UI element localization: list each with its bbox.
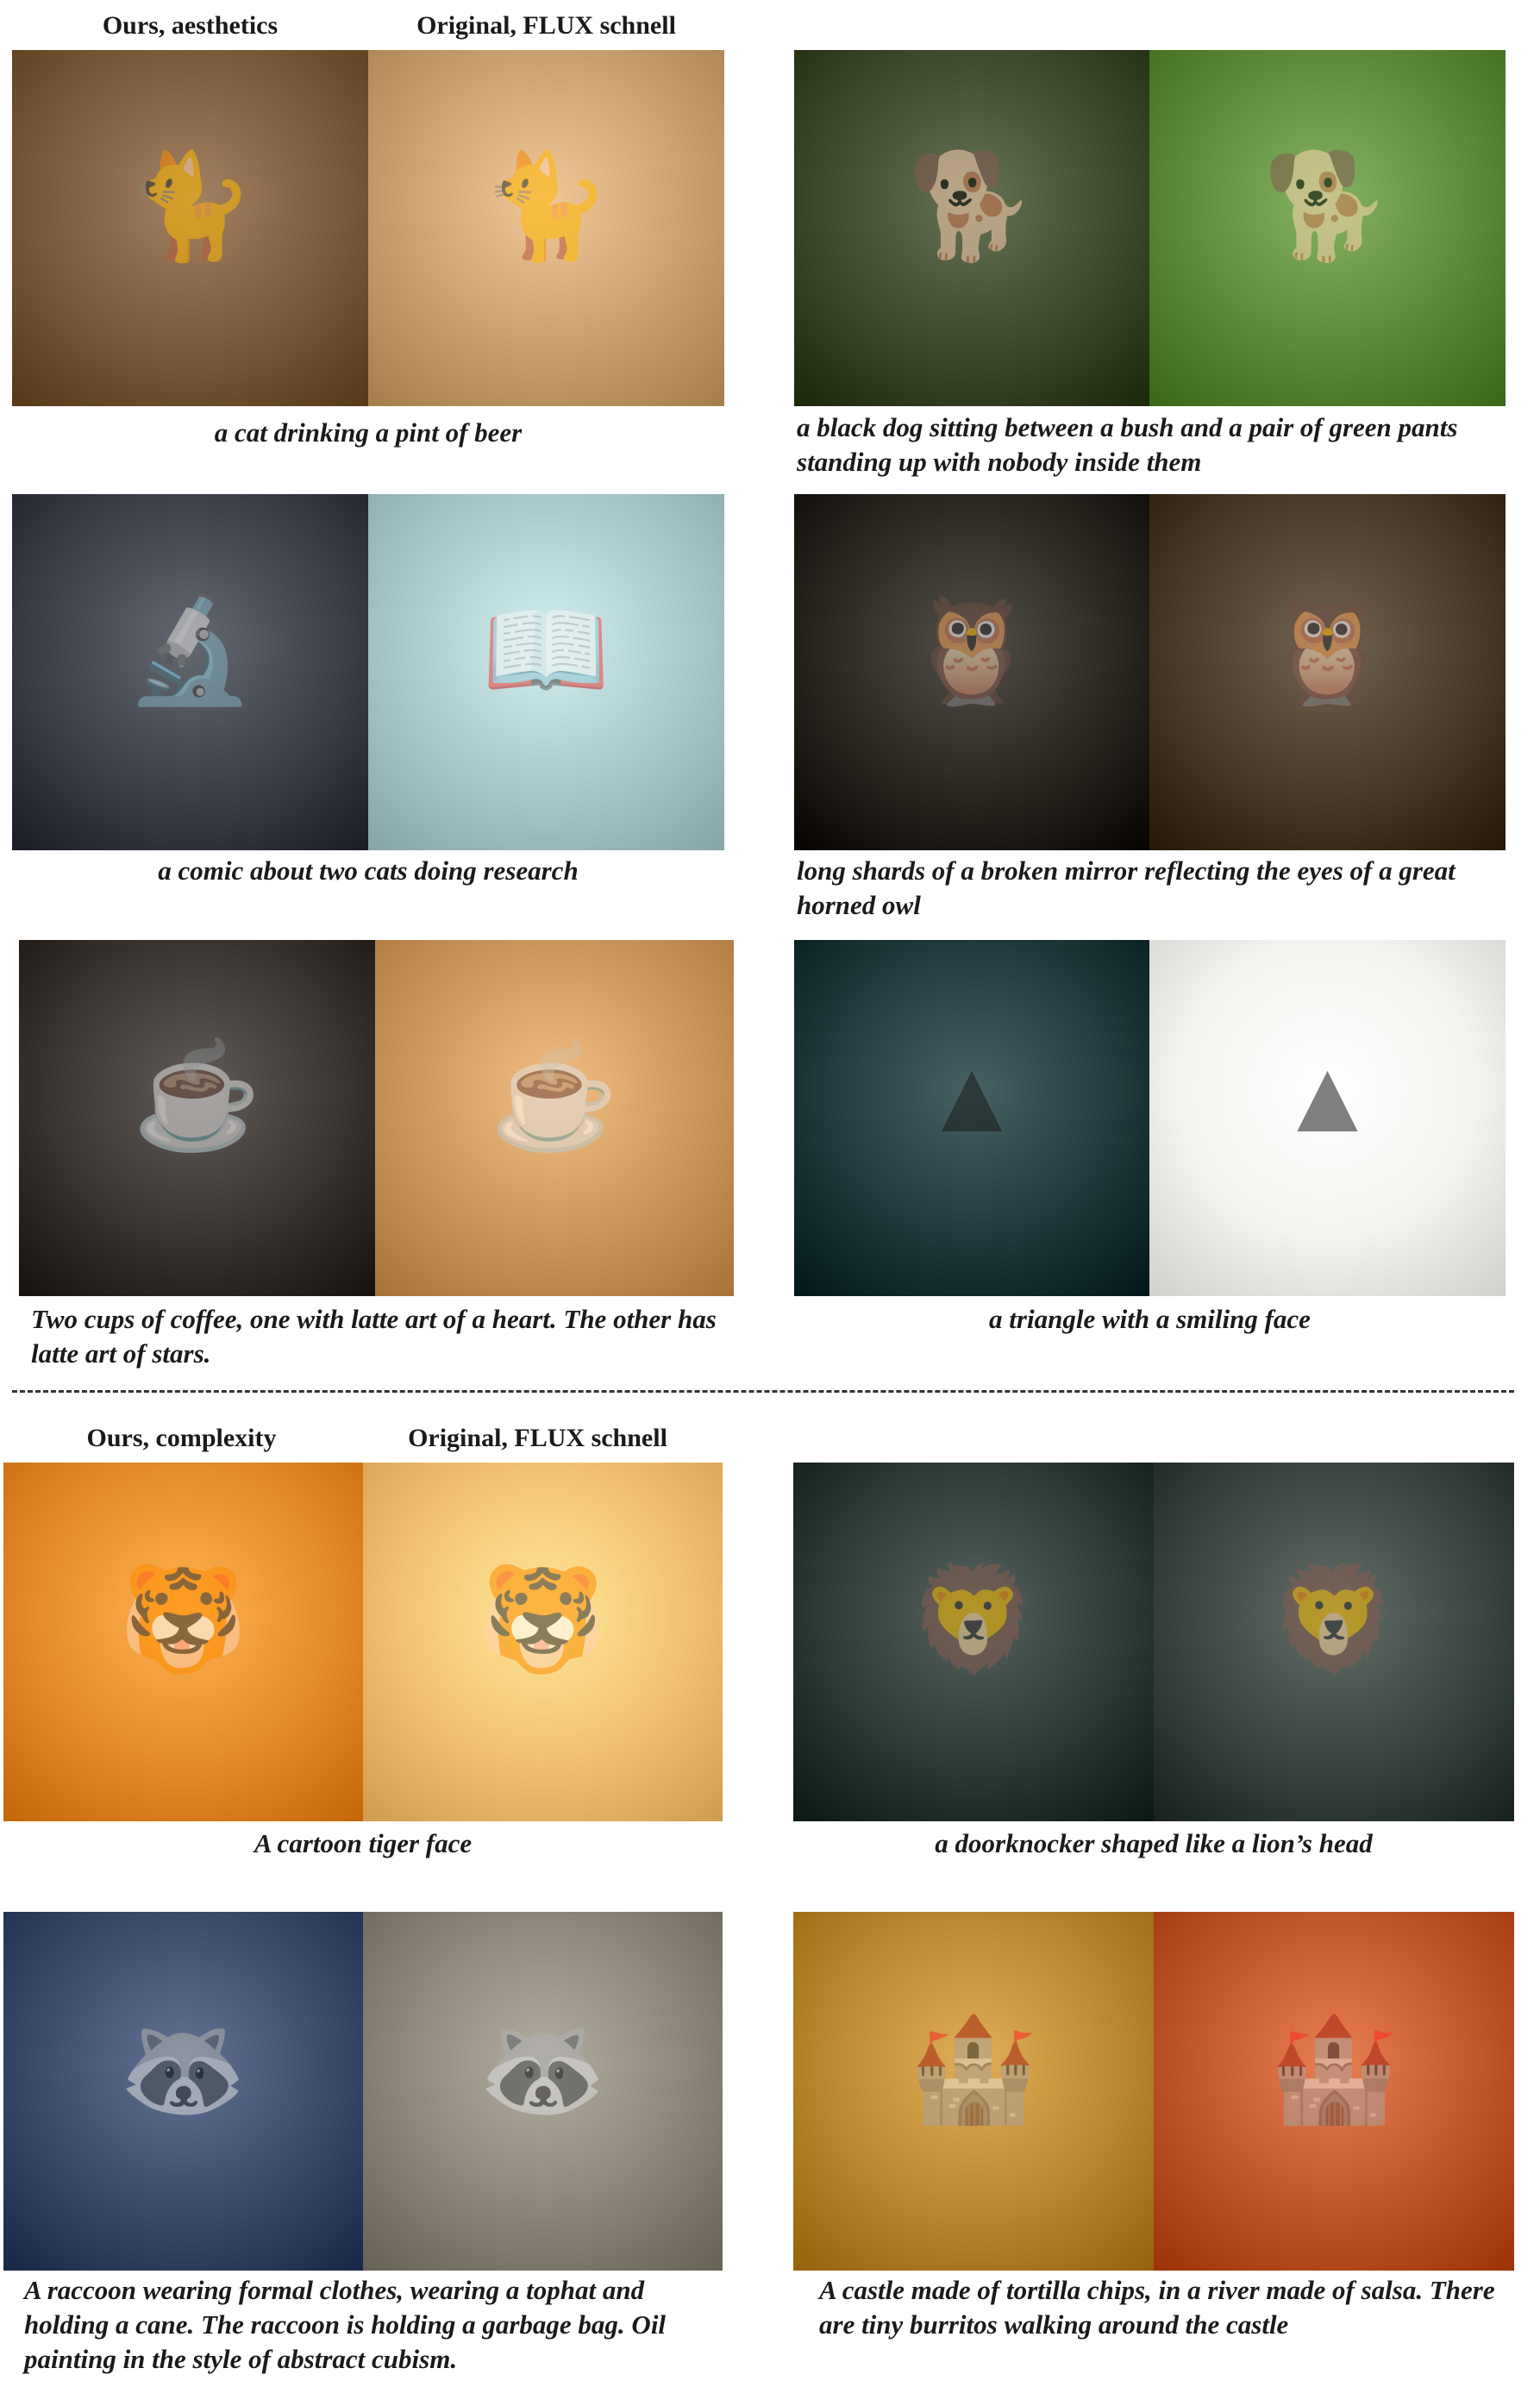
panel-image-ours: ☕ [19, 940, 375, 1296]
panel-image-ours: 🐈 [12, 50, 368, 406]
microscope-icon: 🔬 [125, 592, 255, 708]
panel-caption: A castle made of tortilla chips, in a ri… [819, 2275, 1495, 2340]
panel-image-original: 📖 [368, 494, 724, 850]
raccoon-icon: 🦝 [118, 2012, 248, 2127]
panel-image-original: 🦁 [1154, 1463, 1514, 1821]
triangle-icon: ▲ [920, 1038, 1024, 1154]
panel-image-original: 🐈 [368, 50, 724, 406]
panel-image-ours: 🏰 [793, 1912, 1154, 2271]
header-original-flux-schnell: Original, FLUX schnell [416, 11, 676, 40]
panel-image-ours: 🦁 [793, 1463, 1154, 1821]
panel-image-original: ☕ [375, 940, 734, 1296]
panel-image-original: 🐯 [363, 1463, 723, 1821]
dog-icon: 🐕 [907, 148, 1036, 264]
panel-image-original: 🐕 [1149, 50, 1506, 406]
raccoon-icon: 🦝 [478, 2012, 608, 2127]
panel-caption: a cat drinking a pint of beer [214, 417, 523, 448]
panel-image-original: 🦝 [363, 1912, 723, 2271]
castle-icon: 🏰 [909, 2012, 1038, 2127]
cat-icon: 🐈 [481, 148, 611, 264]
dog-icon: 🐕 [1262, 148, 1393, 264]
tiger-icon: 🐯 [118, 1563, 248, 1678]
panel-caption: a doorknocker shaped like a lion’s head [935, 1828, 1373, 1858]
panel-caption: Two cups of coffee, one with latte art o… [31, 1304, 717, 1369]
panel-caption: long shards of a broken mirror reflectin… [797, 855, 1455, 920]
panel-image-ours: 🦝 [3, 1912, 363, 2271]
coffee-icon: ☕ [132, 1038, 262, 1154]
panel-image-original: ▲ [1149, 940, 1506, 1296]
header-original-flux-schnell: Original, FLUX schnell [408, 1424, 667, 1452]
cat-icon: 🐈 [125, 148, 255, 264]
triangle-icon: ▲ [1276, 1038, 1379, 1154]
castle-icon: 🏰 [1269, 2012, 1399, 2127]
panel-image-original: 🦉 [1149, 494, 1506, 850]
lion-icon: 🦁 [1269, 1563, 1399, 1678]
panel-image-ours: 🔬 [12, 494, 368, 850]
book-icon: 📖 [481, 592, 611, 708]
owl-icon: 🦉 [1262, 592, 1393, 708]
tiger-icon: 🐯 [478, 1563, 608, 1678]
panel-image-ours: ▲ [794, 940, 1149, 1296]
panel-image-ours: 🦉 [794, 494, 1149, 850]
panel-caption: A cartoon tiger face [254, 1828, 473, 1858]
panel-caption: a triangle with a smiling face [989, 1304, 1311, 1334]
coffee-icon: ☕ [490, 1038, 619, 1154]
lion-icon: 🦁 [909, 1563, 1038, 1678]
section-divider [12, 1390, 1514, 1393]
panel-caption: a black dog sitting between a bush and a… [797, 412, 1458, 477]
panel-image-ours: 🐕 [794, 50, 1149, 406]
panel-caption: a comic about two cats doing research [158, 855, 579, 886]
panel-caption: A raccoon wearing formal clothes, wearin… [24, 2275, 667, 2374]
owl-icon: 🦉 [907, 592, 1036, 708]
header-ours-aesthetics: Ours, aesthetics [102, 11, 279, 40]
header-ours-complexity: Ours, complexity [86, 1424, 277, 1452]
panel-image-original: 🏰 [1154, 1912, 1514, 2271]
panel-image-ours: 🐯 [3, 1463, 363, 1821]
